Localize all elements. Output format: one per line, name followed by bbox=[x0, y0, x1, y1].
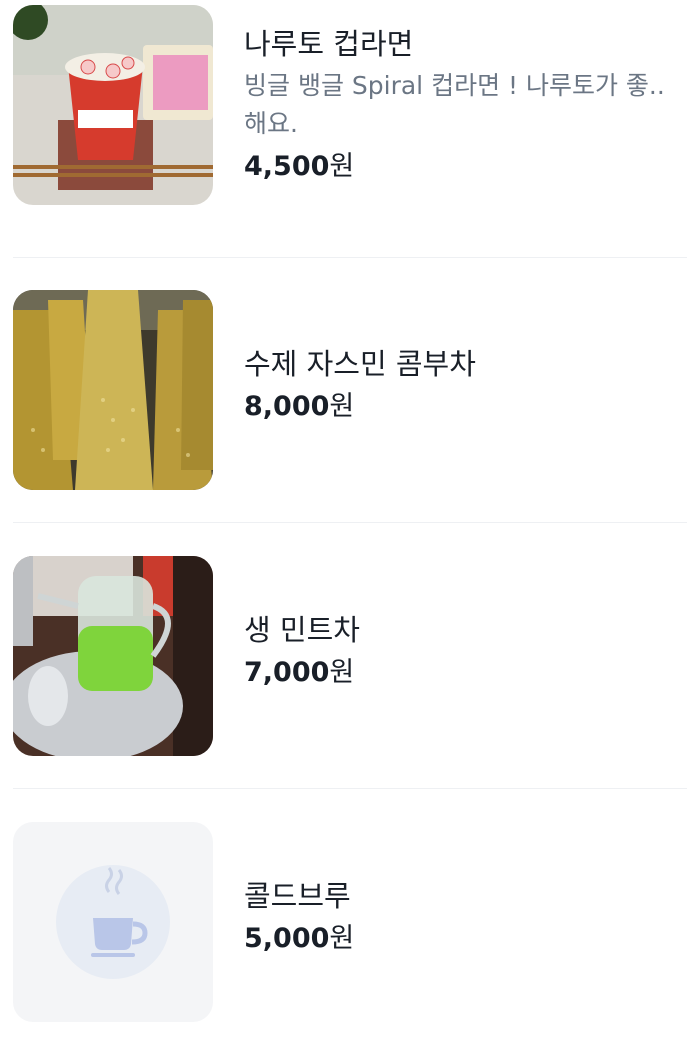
menu-item-jasmine-kombucha[interactable]: 수제 자스민 콤부차 8,000원 bbox=[13, 290, 687, 490]
item-name: 생 민트차 bbox=[244, 613, 360, 647]
kombucha-bottles-photo bbox=[13, 290, 213, 490]
coffee-cup-icon bbox=[56, 865, 170, 979]
cup-noodle-photo bbox=[13, 5, 213, 205]
price-value: 4,500 bbox=[244, 151, 330, 182]
item-price: 7,000원 bbox=[244, 655, 687, 691]
price-value: 5,000 bbox=[244, 923, 330, 954]
item-description: 빙글 뱅글 Spiral 컵라면 ! 나루토가 좋..해요. bbox=[244, 71, 665, 138]
price-currency: 원 bbox=[329, 657, 355, 688]
price-currency: 원 bbox=[329, 923, 355, 954]
item-price: 5,000원 bbox=[244, 921, 687, 957]
price-currency: 원 bbox=[329, 151, 355, 182]
item-name: 콜드브루 bbox=[244, 879, 351, 913]
divider bbox=[13, 788, 687, 789]
menu-item-fresh-mint-tea[interactable]: 생 민트차 7,000원 bbox=[13, 556, 687, 756]
item-price: 8,000원 bbox=[244, 389, 687, 425]
menu-item-cold-brew[interactable]: 콜드브루 5,000원 bbox=[13, 822, 687, 1022]
price-value: 7,000 bbox=[244, 657, 330, 688]
menu-item-naruto-cup-noodle[interactable]: 나루토 컵라면 빙글 뱅글 Spiral 컵라면 ! 나루토가 좋..해요. 4… bbox=[13, 5, 687, 205]
item-name: 나루토 컵라면 bbox=[244, 27, 414, 61]
image-placeholder bbox=[13, 822, 213, 1022]
item-name: 수제 자스민 콤부차 bbox=[244, 347, 476, 381]
divider bbox=[13, 257, 687, 258]
item-price: 4,500원 bbox=[244, 149, 687, 185]
price-currency: 원 bbox=[329, 391, 355, 422]
mint-tea-pot-photo bbox=[13, 556, 213, 756]
divider bbox=[13, 522, 687, 523]
price-value: 8,000 bbox=[244, 391, 330, 422]
